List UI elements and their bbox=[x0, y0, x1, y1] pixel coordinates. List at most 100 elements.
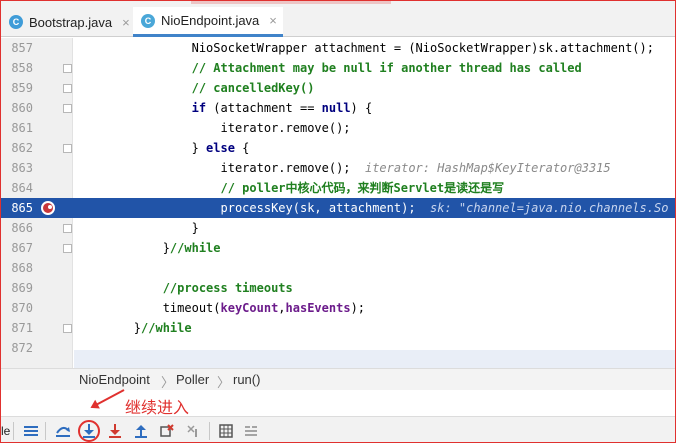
breadcrumb-item-method[interactable]: run() bbox=[233, 372, 260, 387]
code-line[interactable]: 861 iterator.remove(); bbox=[1, 118, 675, 138]
evaluate-expression-button[interactable] bbox=[216, 421, 236, 441]
code-token: //while bbox=[169, 241, 221, 255]
fold-marker-icon[interactable] bbox=[63, 244, 72, 253]
inline-debug-value: sk: "channel=java.nio.channels.So bbox=[430, 201, 669, 215]
code-token: (attachment == bbox=[206, 101, 322, 115]
run-to-cursor-button[interactable] bbox=[183, 421, 203, 441]
code-token: processKey(sk, attachment); bbox=[76, 201, 431, 215]
line-number: 860 bbox=[11, 101, 33, 115]
code-token: // Attachment may be null if another thr… bbox=[76, 61, 582, 75]
line-number: 867 bbox=[11, 241, 33, 255]
fold-marker-icon[interactable] bbox=[63, 84, 72, 93]
code-text: }//while bbox=[76, 318, 192, 338]
breadcrumb-separator: 〉 bbox=[217, 375, 231, 390]
code-text: if (attachment == null) { bbox=[76, 98, 373, 118]
step-into-button[interactable] bbox=[78, 420, 100, 442]
code-text: // poller中核心代码，来判断Servlet是读还是写 bbox=[76, 178, 504, 198]
code-line[interactable]: 871 }//while bbox=[1, 318, 675, 338]
force-step-into-icon bbox=[109, 424, 121, 438]
code-line[interactable]: 872 bbox=[1, 338, 675, 358]
line-number: 857 bbox=[11, 41, 33, 55]
code-token: } bbox=[76, 221, 199, 235]
code-text: processKey(sk, attachment); sk: "channel… bbox=[76, 198, 668, 218]
fold-marker-icon[interactable] bbox=[63, 144, 72, 153]
code-line[interactable]: 863 iterator.remove(); iterator: HashMap… bbox=[1, 158, 675, 178]
code-token: //while bbox=[141, 321, 192, 335]
calculator-icon bbox=[219, 424, 233, 438]
code-token: , bbox=[278, 301, 286, 315]
tab-label: NioEndpoint.java bbox=[161, 13, 260, 28]
code-token: else bbox=[206, 141, 235, 155]
close-icon[interactable]: × bbox=[269, 13, 277, 28]
step-out-button[interactable] bbox=[131, 421, 151, 441]
trace-list-icon bbox=[245, 426, 257, 436]
step-over-button[interactable] bbox=[53, 421, 73, 441]
annotation-label: 继续进入 bbox=[125, 398, 190, 417]
tab-bootstrap-java[interactable]: C Bootstrap.java × bbox=[1, 7, 131, 37]
breadcrumb-item-class[interactable]: NioEndpoint bbox=[79, 372, 150, 387]
code-token: { bbox=[234, 141, 250, 155]
breakpoint-icon[interactable] bbox=[41, 201, 55, 215]
code-text: } else { bbox=[76, 138, 250, 158]
step-over-icon bbox=[56, 427, 70, 437]
code-line[interactable]: 869 //process timeouts bbox=[1, 278, 675, 298]
code-token: // cancelledKey() bbox=[76, 81, 315, 95]
fold-marker-icon[interactable] bbox=[63, 224, 72, 233]
code-text: } bbox=[76, 218, 199, 238]
fold-marker-icon[interactable] bbox=[63, 64, 72, 73]
force-step-into-button[interactable] bbox=[105, 421, 125, 441]
code-line[interactable]: 870 timeout(keyCount,hasEvents); bbox=[1, 298, 675, 318]
line-number: 871 bbox=[11, 321, 33, 335]
code-line[interactable]: 857 NioSocketWrapper attachment = (NioSo… bbox=[1, 38, 675, 58]
tab-label: Bootstrap.java bbox=[29, 14, 113, 30]
code-token: } bbox=[76, 241, 170, 255]
code-token: iterator.remove(); bbox=[76, 161, 365, 175]
code-line[interactable]: 864 // poller中核心代码，来判断Servlet是读还是写 bbox=[1, 178, 675, 198]
code-line[interactable]: 868 bbox=[1, 258, 675, 278]
show-frames-button[interactable] bbox=[21, 421, 41, 441]
code-line[interactable]: 860 if (attachment == null) { bbox=[1, 98, 675, 118]
annotation-arrow bbox=[93, 389, 125, 407]
fold-marker-icon[interactable] bbox=[63, 324, 72, 333]
line-number: 858 bbox=[11, 61, 33, 75]
java-class-icon: C bbox=[141, 13, 155, 28]
toolbar-separator bbox=[209, 422, 210, 440]
line-number: 866 bbox=[11, 221, 33, 235]
code-editor[interactable]: 857 NioSocketWrapper attachment = (NioSo… bbox=[1, 38, 675, 372]
code-text: iterator.remove(); bbox=[76, 118, 350, 138]
code-token: keyCount bbox=[220, 301, 279, 315]
code-line[interactable]: 858 // Attachment may be null if another… bbox=[1, 58, 675, 78]
toolbar-separator bbox=[13, 422, 14, 440]
drop-frame-button[interactable] bbox=[157, 421, 177, 441]
code-text: iterator.remove(); iterator: HashMap$Key… bbox=[76, 158, 610, 178]
line-number: 859 bbox=[11, 81, 33, 95]
code-line[interactable]: 865 processKey(sk, attachment); sk: "cha… bbox=[1, 198, 675, 218]
line-number: 869 bbox=[11, 281, 33, 295]
code-token: } bbox=[76, 321, 142, 335]
code-text: // cancelledKey() bbox=[76, 78, 315, 98]
line-number: 870 bbox=[11, 301, 33, 315]
breadcrumb-item-inner-class[interactable]: Poller bbox=[176, 372, 209, 387]
close-icon[interactable]: × bbox=[122, 15, 130, 30]
code-line[interactable]: 859 // cancelledKey() bbox=[1, 78, 675, 98]
code-line[interactable]: 866 } bbox=[1, 218, 675, 238]
java-class-icon: C bbox=[9, 15, 23, 29]
line-number: 865 bbox=[11, 201, 33, 215]
code-token: } bbox=[76, 141, 207, 155]
code-token: NioSocketWrapper attachment = (NioSocket… bbox=[76, 41, 654, 55]
debug-toolbar: le bbox=[1, 416, 675, 442]
code-line[interactable]: 862 } else { bbox=[1, 138, 675, 158]
line-number: 872 bbox=[11, 341, 33, 355]
code-token: ); bbox=[350, 301, 366, 315]
line-number: 862 bbox=[11, 141, 33, 155]
code-line[interactable]: 867 }//while bbox=[1, 238, 675, 258]
trace-button[interactable] bbox=[241, 421, 261, 441]
editor-tab-bar: C Bootstrap.java × C NioEndpoint.java × bbox=[1, 7, 675, 37]
step-out-icon bbox=[135, 425, 147, 438]
code-text: // Attachment may be null if another thr… bbox=[76, 58, 582, 78]
breadcrumb: NioEndpoint 〉 Poller 〉 run() bbox=[1, 368, 675, 390]
fold-marker-icon[interactable] bbox=[63, 104, 72, 113]
tab-nioendpoint-java[interactable]: C NioEndpoint.java × bbox=[133, 7, 283, 37]
toolbar-left-label: le bbox=[1, 424, 11, 438]
code-token: timeout( bbox=[76, 301, 221, 315]
